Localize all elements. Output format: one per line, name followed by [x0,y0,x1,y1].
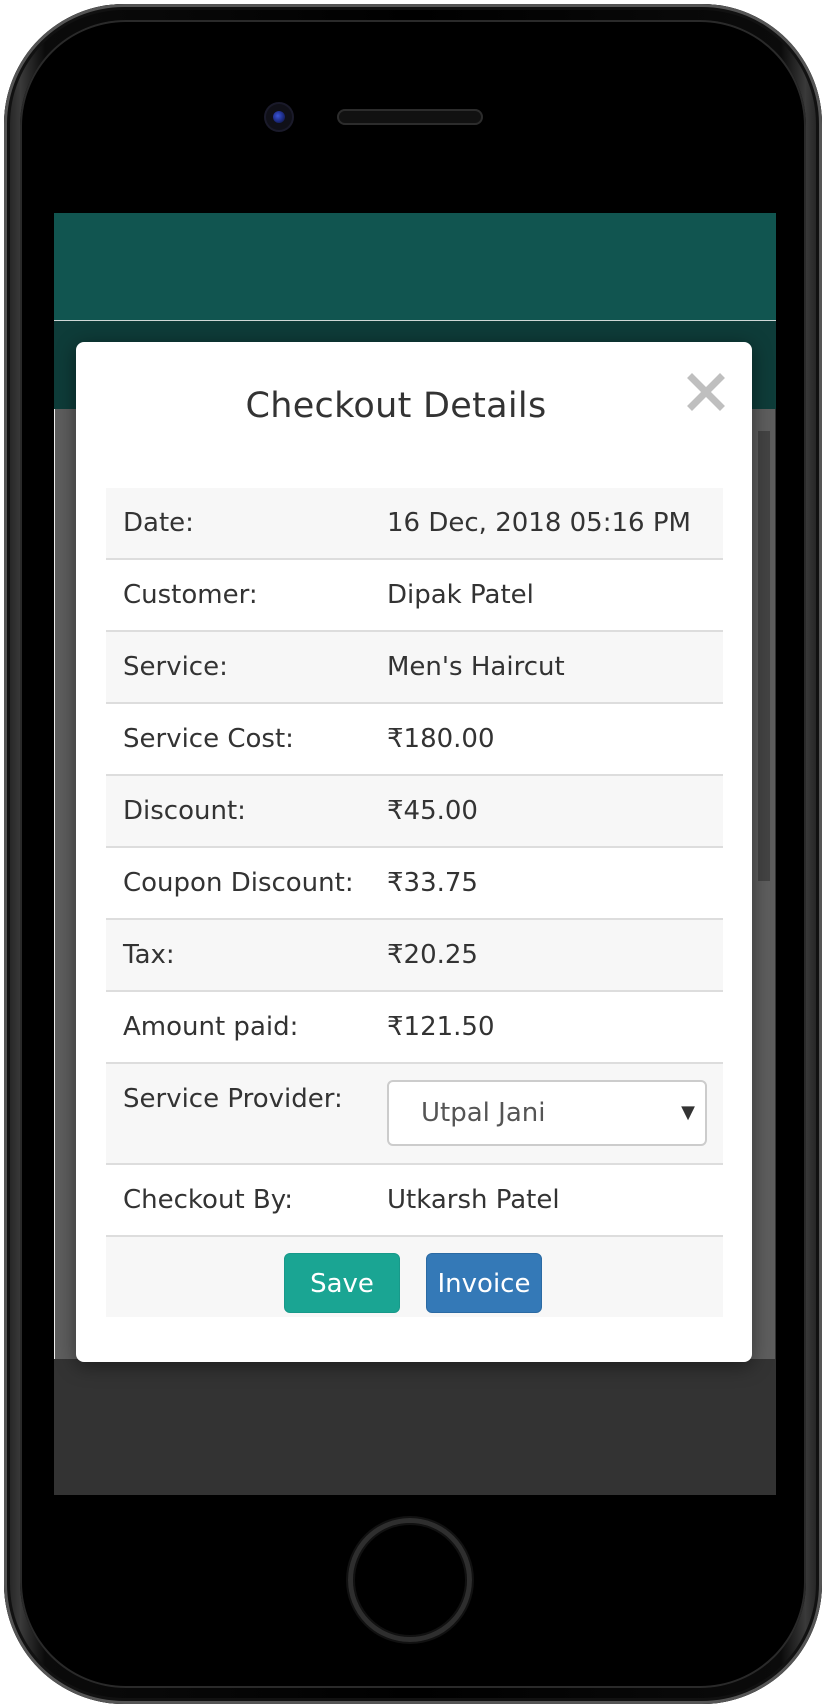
row-value: Dipak Patel [387,580,534,610]
table-row-service: Service: Men's Haircut [106,632,723,704]
table-row-discount: Discount: ₹45.00 [106,776,723,848]
row-value: Men's Haircut [387,652,565,682]
table-row-service-provider: Service Provider: Utpal Jani ▼ [106,1064,723,1165]
table-row-coupon-discount: Coupon Discount: ₹33.75 [106,848,723,920]
service-provider-selected: Utpal Jani [421,1098,546,1128]
row-label: Discount: [123,796,246,826]
app-header [54,213,776,321]
save-button[interactable]: Save [284,1253,400,1313]
service-provider-select[interactable]: Utpal Jani ▼ [387,1080,707,1146]
row-value: ₹121.50 [387,1012,495,1042]
row-label: Customer: [123,580,258,610]
row-label: Amount paid: [123,1012,299,1042]
row-value: ₹45.00 [387,796,478,826]
row-value: ₹20.25 [387,940,478,970]
modal-title: Checkout Details [245,386,547,426]
checkout-details-modal: Checkout Details Date: 16 Dec, 2018 05:1… [76,342,752,1362]
row-label: Service Cost: [123,724,294,754]
table-row-tax: Tax: ₹20.25 [106,920,723,992]
front-camera-icon [266,104,292,130]
close-icon[interactable] [686,372,726,412]
table-row-checkout-by: Checkout By: Utkarsh Patel [106,1165,723,1237]
row-label: Coupon Discount: [123,868,354,898]
caret-down-icon: ▼ [681,1102,695,1123]
home-button[interactable] [348,1518,472,1642]
dimmed-scrollbar [758,431,770,881]
table-row-service-cost: Service Cost: ₹180.00 [106,704,723,776]
row-label: Checkout By: [123,1185,293,1215]
row-value: Utkarsh Patel [387,1185,560,1215]
row-label: Date: [123,508,194,538]
row-value: ₹180.00 [387,724,495,754]
row-label: Service: [123,652,228,682]
row-value: 16 Dec, 2018 05:16 PM [387,508,691,538]
row-label: Tax: [123,940,175,970]
checkout-details-table: Date: 16 Dec, 2018 05:16 PM Customer: Di… [106,488,723,1317]
row-label: Service Provider: [123,1084,343,1114]
table-row-amount-paid: Amount paid: ₹121.50 [106,992,723,1064]
table-row-date: Date: 16 Dec, 2018 05:16 PM [106,488,723,560]
modal-actions: Save Invoice [106,1237,723,1317]
table-row-customer: Customer: Dipak Patel [106,560,723,632]
row-value: ₹33.75 [387,868,478,898]
earpiece-speaker [337,109,483,125]
invoice-button[interactable]: Invoice [426,1253,542,1313]
